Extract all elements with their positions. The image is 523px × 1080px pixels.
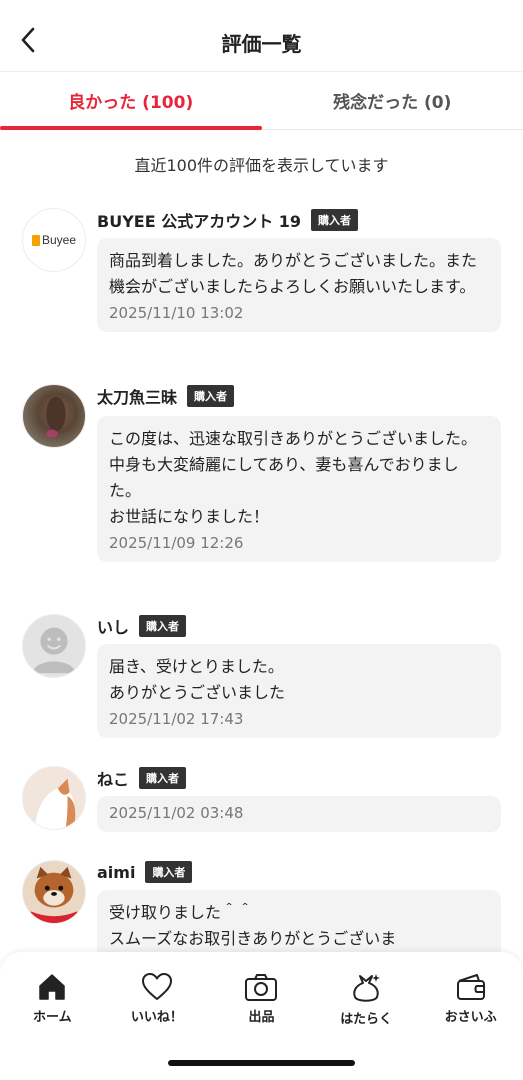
avatar[interactable] [22, 766, 86, 830]
avatar-photo [46, 396, 66, 438]
review-comment: 商品到着しました。ありがとうございました。また機会がございましたらよろしくお願い… [109, 251, 478, 296]
comment-bubble: 2025/11/02 03:48 [97, 796, 501, 832]
review-date: 2025/11/09 12:26 [109, 534, 244, 552]
tabbar-likes[interactable]: いいね！ [105, 972, 210, 1027]
username[interactable]: いし [97, 614, 129, 638]
tabbar-label: ホーム [32, 1010, 72, 1025]
avatar[interactable]: Buyee [22, 208, 86, 272]
tabbar-sell[interactable]: 出品 [209, 972, 314, 1027]
tabbar-work[interactable]: はたらく [314, 972, 419, 1027]
rating-tabs: 良かった (100) 残念だった (0) [0, 72, 523, 130]
buyer-badge: 購入者 [139, 767, 187, 789]
username[interactable]: 太刀魚三昧 [97, 384, 177, 408]
money-bag-icon [353, 974, 381, 1002]
app-header: 評価一覧 [0, 0, 523, 72]
review-comment: この度は、迅速な取引きありがとうございました。 中身も大変綺麗にしてあり、妻も喜… [109, 429, 478, 526]
comment-bubble: この度は、迅速な取引きありがとうございました。 中身も大変綺麗にしてあり、妻も喜… [97, 416, 501, 562]
tab-bad[interactable]: 残念だった (0) [262, 72, 523, 129]
tab-good[interactable]: 良かった (100) [0, 72, 262, 130]
review-comment: 届き、受けとりました。 ありがとうございました [109, 657, 286, 702]
tabbar-home[interactable]: ホーム [0, 972, 105, 1027]
review-comment: 受け取りました＾＾ スムーズなお取引きありがとうございま [109, 903, 397, 948]
cat-photo [34, 778, 76, 829]
review-date: 2025/11/02 03:48 [109, 804, 244, 822]
heart-icon [141, 973, 172, 1000]
tabbar-label: おさいふ [444, 1010, 497, 1025]
review-date: 2025/11/10 13:02 [109, 304, 244, 322]
tabbar-label: 出品 [248, 1010, 275, 1025]
camera-icon [245, 974, 278, 1001]
username[interactable]: ねこ [97, 766, 129, 790]
home-indicator [168, 1060, 355, 1066]
username[interactable]: BUYEE 公式アカウント 19 [97, 208, 301, 232]
buyer-badge: 購入者 [145, 861, 193, 883]
tabbar-label: いいね！ [130, 1010, 183, 1025]
home-icon [39, 974, 66, 1000]
tabbar-wallet[interactable]: おさいふ [418, 972, 523, 1027]
buyer-badge: 購入者 [311, 209, 359, 231]
comment-bubble: 届き、受けとりました。 ありがとうございました 2025/11/02 17:43 [97, 644, 501, 738]
buyer-badge: 購入者 [187, 385, 235, 407]
default-user-icon [32, 627, 76, 674]
avatar[interactable] [22, 384, 86, 448]
review-notice: 直近100件の評価を表示しています [134, 156, 389, 175]
buyee-logo: Buyee [31, 233, 76, 247]
username[interactable]: aimi [97, 863, 135, 882]
page-title: 評価一覧 [221, 32, 302, 56]
buyer-badge: 購入者 [139, 615, 187, 637]
dog-photo [30, 866, 78, 923]
review-date: 2025/11/02 17:43 [109, 710, 244, 728]
avatar[interactable] [22, 614, 86, 678]
tabbar-label: はたらく [340, 1012, 392, 1027]
avatar[interactable] [22, 860, 86, 924]
comment-bubble: 商品到着しました。ありがとうございました。また機会がございましたらよろしくお願い… [97, 238, 501, 332]
wallet-icon [456, 974, 485, 1000]
